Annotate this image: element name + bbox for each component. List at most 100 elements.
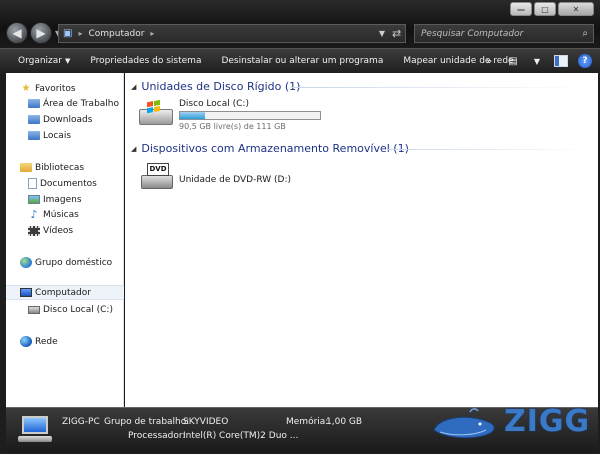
chevron-right-icon[interactable]: ▸ bbox=[150, 29, 154, 38]
drive-free-space: 90,5 GB livre(s) de 111 GB bbox=[179, 122, 286, 131]
navigation-pane: ★ Favoritos Área de Trabalho Downloads L… bbox=[6, 73, 124, 407]
computer-icon: ▣ bbox=[63, 28, 73, 39]
drive-name-dvd: Unidade de DVD-RW (D:) bbox=[179, 175, 291, 185]
nav-downloads-label: Downloads bbox=[43, 114, 93, 125]
breadcrumb-computer[interactable]: Computador bbox=[88, 29, 144, 39]
content-pane: ◢ Unidades de Disco Rígido (1) Disco Loc… bbox=[125, 73, 598, 407]
maximize-button[interactable]: □ bbox=[534, 2, 556, 16]
group-header-hard-disks[interactable]: ◢ Unidades de Disco Rígido (1) bbox=[131, 80, 300, 93]
nav-computer[interactable]: Computador bbox=[6, 285, 124, 300]
nav-libraries-label: Bibliotecas bbox=[35, 162, 85, 173]
chevron-right-icon[interactable]: ▸ bbox=[78, 29, 82, 38]
window-controls: — □ ✕ bbox=[510, 2, 594, 16]
title-bar: — □ ✕ ◀ ▶ ▼ ▣ ▸ Computador ▸ ▼ ⇄ Pesquis… bbox=[0, 0, 600, 48]
memory-value: 1,00 GB bbox=[326, 417, 363, 427]
drive-name-local-disk: Disco Local (C:) bbox=[179, 99, 249, 109]
nav-locals-label: Locais bbox=[43, 130, 72, 141]
watermark-brand: ZIGG bbox=[504, 404, 591, 439]
search-input[interactable]: Pesquisar Computador ⌕ bbox=[414, 24, 594, 43]
arrow-right-icon: ▶ bbox=[36, 26, 46, 40]
search-icon[interactable]: ⌕ bbox=[582, 28, 588, 39]
music-note-icon: ♪ bbox=[30, 208, 38, 221]
memory-label: Memória: bbox=[286, 417, 329, 427]
computer-icon bbox=[18, 414, 52, 444]
star-icon: ★ bbox=[21, 83, 31, 94]
processor-value: Intel(R) Core(TM)2 Duo ... bbox=[183, 431, 299, 441]
nav-local-disk[interactable]: Disco Local (C:) bbox=[28, 302, 124, 317]
homegroup-icon bbox=[20, 257, 32, 268]
group-title-removable: Dispositivos com Armazenamento Removível… bbox=[141, 142, 409, 155]
dvd-drive-icon: DVD bbox=[139, 161, 173, 189]
video-icon bbox=[28, 225, 40, 236]
navigation-buttons: ◀ ▶ ▼ bbox=[6, 22, 61, 44]
documents-icon bbox=[28, 178, 37, 189]
pc-name: ZIGG-PC bbox=[62, 417, 100, 427]
preview-pane-icon[interactable] bbox=[554, 55, 568, 67]
forward-button[interactable]: ▶ bbox=[30, 22, 52, 44]
hard-drive-icon bbox=[28, 305, 40, 314]
computer-icon bbox=[20, 288, 32, 297]
arrow-left-icon: ◀ bbox=[12, 26, 22, 40]
nav-music[interactable]: ♪ Músicas bbox=[28, 207, 124, 222]
dropdown-arrow-icon: ▼ bbox=[65, 57, 71, 65]
nav-favorites-label: Favoritos bbox=[35, 83, 76, 94]
group-divider bbox=[291, 87, 591, 88]
drive-dvd[interactable]: DVD Unidade de DVD-RW (D:) bbox=[139, 161, 291, 189]
nav-documents[interactable]: Documentos bbox=[28, 176, 124, 191]
organize-label: Organizar bbox=[18, 56, 62, 66]
nav-locals[interactable]: Locais bbox=[28, 128, 124, 143]
organize-menu[interactable]: Organizar ▼ bbox=[0, 56, 80, 66]
nav-documents-label: Documentos bbox=[40, 178, 97, 189]
processor-label: Processador: bbox=[128, 431, 186, 441]
nav-images-label: Imagens bbox=[43, 194, 82, 205]
whale-logo-icon bbox=[433, 408, 495, 439]
collapse-triangle-icon[interactable]: ◢ bbox=[131, 145, 136, 153]
network-icon bbox=[20, 336, 32, 347]
nav-homegroup[interactable]: Grupo doméstico bbox=[20, 255, 124, 270]
pictures-icon bbox=[28, 195, 40, 204]
dvd-label: DVD bbox=[147, 163, 169, 176]
nav-music-label: Músicas bbox=[43, 209, 79, 220]
downloads-folder-icon bbox=[28, 115, 40, 124]
disk-usage-bar bbox=[179, 111, 321, 120]
nav-images[interactable]: Imagens bbox=[28, 192, 124, 207]
libraries-icon bbox=[20, 163, 32, 172]
change-view-icon[interactable]: ▤ bbox=[506, 54, 520, 68]
nav-desktop[interactable]: Área de Trabalho bbox=[28, 96, 124, 111]
view-dropdown-icon[interactable]: ▼ bbox=[530, 54, 544, 68]
address-dropdown-icon[interactable]: ▼ bbox=[379, 29, 385, 38]
watermark-logo: ZIGG bbox=[430, 400, 595, 450]
group-header-removable[interactable]: ◢ Dispositivos com Armazenamento Removív… bbox=[131, 142, 409, 155]
recent-places-icon bbox=[28, 131, 40, 140]
uninstall-program-button[interactable]: Desinstalar ou alterar um programa bbox=[211, 56, 393, 66]
group-divider bbox=[387, 149, 591, 150]
search-placeholder: Pesquisar Computador bbox=[421, 28, 524, 39]
nav-desktop-label: Área de Trabalho bbox=[43, 98, 120, 109]
collapse-triangle-icon[interactable]: ◢ bbox=[131, 83, 136, 91]
nav-videos-label: Vídeos bbox=[43, 225, 74, 236]
system-properties-button[interactable]: Propriedades do sistema bbox=[80, 56, 211, 66]
nav-network-label: Rede bbox=[35, 336, 58, 347]
command-bar: Organizar ▼ Propriedades do sistema Desin… bbox=[0, 48, 600, 73]
desktop-icon bbox=[28, 99, 40, 108]
nav-network[interactable]: Rede bbox=[20, 334, 124, 349]
workgroup-value: SKYVIDEO bbox=[183, 417, 229, 427]
nav-computer-label: Computador bbox=[35, 287, 91, 298]
nav-favorites[interactable]: ★ Favoritos bbox=[20, 81, 124, 96]
nav-videos[interactable]: Vídeos bbox=[28, 223, 124, 238]
back-button[interactable]: ◀ bbox=[6, 22, 28, 44]
toolbar-right-controls: » ▤ ▼ ? bbox=[482, 54, 592, 68]
nav-libraries[interactable]: Bibliotecas bbox=[20, 160, 124, 175]
more-commands-button[interactable]: » bbox=[482, 54, 496, 68]
disk-usage-fill bbox=[180, 112, 206, 119]
drive-local-disk[interactable]: Disco Local (C:) 90,5 GB livre(s) de 111… bbox=[139, 99, 321, 131]
close-button[interactable]: ✕ bbox=[558, 2, 594, 16]
help-button[interactable]: ? bbox=[578, 54, 592, 68]
minimize-button[interactable]: — bbox=[510, 2, 532, 16]
group-title-hard-disks: Unidades de Disco Rígido (1) bbox=[141, 80, 301, 93]
nav-local-disk-label: Disco Local (C:) bbox=[43, 304, 113, 315]
refresh-icon[interactable]: ⇄ bbox=[392, 27, 401, 40]
nav-downloads[interactable]: Downloads bbox=[28, 112, 124, 127]
address-bar[interactable]: ▣ ▸ Computador ▸ ▼ bbox=[58, 24, 406, 43]
hard-drive-icon bbox=[139, 99, 173, 127]
